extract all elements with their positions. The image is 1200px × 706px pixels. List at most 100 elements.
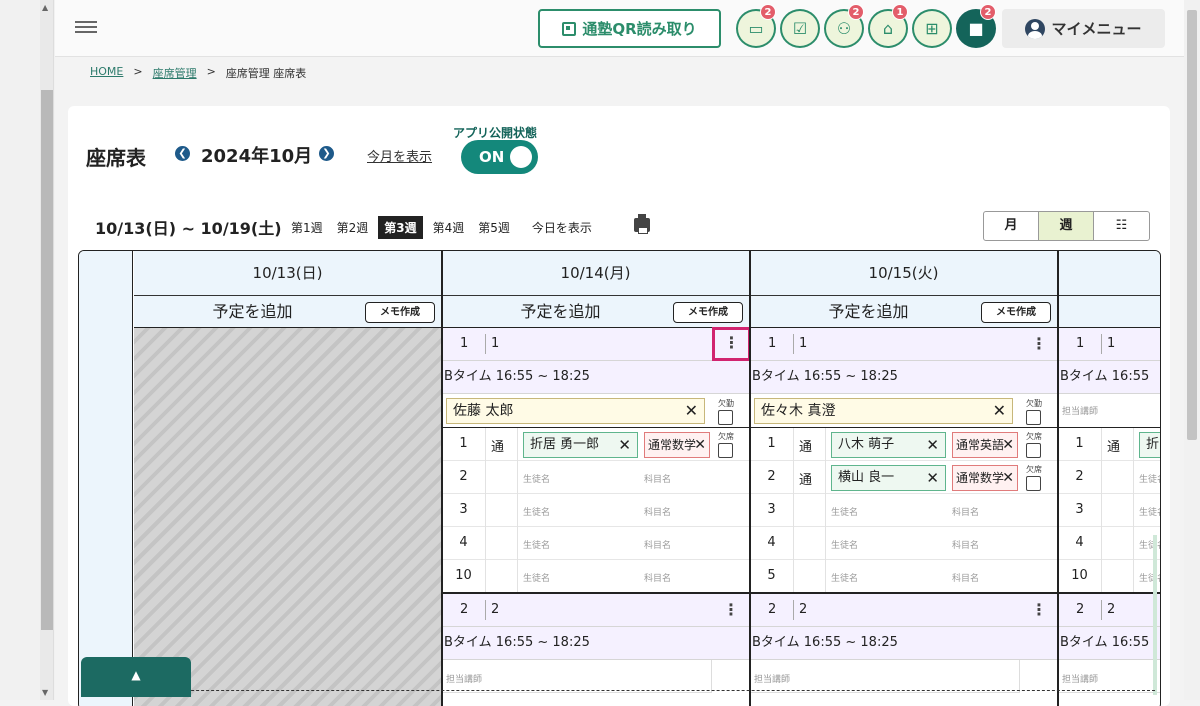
week-tab-5[interactable]: 第5週 [474,217,514,238]
memo-create-button[interactable]: メモ作成 [673,302,743,323]
student-absent-checkbox[interactable]: 欠席 [1026,464,1042,491]
student-placeholder[interactable]: 生徒名 [831,505,858,518]
hamburger-menu-icon[interactable] [75,18,97,36]
left-scrollbar[interactable]: ▲ ▼ [40,0,54,700]
my-menu-label: マイメニュー [1051,20,1142,38]
student-chip[interactable]: 横山 良一 ✕ [831,465,946,491]
qr-scan-button[interactable]: 通塾QR読み取り [538,9,721,48]
subject-placeholder[interactable]: 科目名 [644,571,671,584]
toggle-knob [510,146,532,168]
teacher-absent-checkbox[interactable]: 欠勤 [1026,398,1042,425]
subject-placeholder[interactable]: 科目名 [644,472,671,485]
breadcrumb-home[interactable]: HOME [90,65,123,81]
subject-placeholder[interactable]: 科目名 [644,538,671,551]
student-placeholder[interactable]: 生徒名 [831,538,858,551]
show-today-link[interactable]: 今日を表示 [528,217,596,238]
chat-button[interactable]: ▭ 2 [736,4,776,48]
day-add-row: 予定を追加 メモ作成 [442,296,750,328]
week-tab-2[interactable]: 第2週 [333,217,373,238]
scroll-down-icon[interactable]: ▼ [42,688,48,697]
teacher-absent-checkbox[interactable]: 欠勤 [718,398,734,425]
subject-placeholder[interactable]: 科目名 [952,571,979,584]
show-this-month-link[interactable]: 今月を表示 [367,146,432,165]
view-week-tab[interactable]: 週 [1039,212,1094,240]
remove-teacher-icon[interactable]: ✕ [993,399,1006,423]
student-placeholder[interactable]: 生徒名 [1139,505,1160,518]
next-month-icon[interactable]: ❯ [319,146,334,161]
remove-student-icon[interactable]: ✕ [926,433,939,457]
student-placeholder[interactable]: 生徒名 [523,571,550,584]
student-absent-checkbox[interactable]: 欠席 [1026,431,1042,458]
school-button[interactable]: ⌂ 1 [868,4,908,48]
teacher-placeholder[interactable]: 担当講師 [1062,404,1098,417]
student-placeholder[interactable]: 生徒名 [523,505,550,518]
student-row: 4 生徒名 [1058,527,1160,560]
memo-create-button[interactable]: メモ作成 [981,302,1051,323]
more-options-icon[interactable]: ⋮ [1030,334,1048,356]
add-schedule-link[interactable]: 予定を追加 [134,296,371,327]
print-icon[interactable] [634,214,650,234]
subject-chip[interactable]: 通常数学 ✕ [644,432,710,458]
my-menu-button[interactable]: マイメニュー [1002,9,1165,48]
student-placeholder[interactable]: 生徒名 [1139,538,1160,551]
student-row: 5 生徒名 科目名 [750,560,1058,593]
absent-label: 欠席 [718,432,734,441]
more-options-icon[interactable]: ⋮ [1030,600,1048,622]
subject-chip[interactable]: 通常数学 ✕ [952,465,1018,491]
day-column: 1 1 ⋮ Bタイム 16:55 ~ 18:25 佐々木 真澄 ✕ 欠勤 1 通… [750,328,1058,706]
student-placeholder[interactable]: 生徒名 [523,538,550,551]
remove-student-icon[interactable]: ✕ [618,433,631,457]
add-schedule-link[interactable]: 予定を追加 [442,296,679,327]
scroll-to-top-button[interactable]: ▲ [81,657,191,697]
teacher-placeholder[interactable]: 担当講師 [442,660,712,693]
view-list-tab[interactable]: ☷ [1094,212,1149,240]
chat-bubble-icon: ▭ [748,19,764,38]
survey-button[interactable]: ☑ [780,9,820,48]
teacher-chip[interactable]: 佐藤 太郎 ✕ [446,398,705,424]
subject-placeholder[interactable]: 科目名 [952,505,979,518]
day-add-row: 予定を追加 メモ作成 [134,296,442,328]
teacher-chip[interactable]: 佐々木 真澄 ✕ [754,398,1013,424]
remove-student-icon[interactable]: ✕ [926,466,939,490]
view-month-tab[interactable]: 月 [984,212,1039,240]
subject-placeholder[interactable]: 科目名 [644,505,671,518]
student-chip[interactable]: 折居 勇一郎 ✕ [523,432,638,458]
student-chip[interactable]: 八木 萌子 ✕ [831,432,946,458]
memo-create-button[interactable]: メモ作成 [365,302,435,323]
right-scrollbar-thumb[interactable] [1187,10,1197,440]
prev-month-icon[interactable]: ❮ [175,146,190,161]
more-options-icon[interactable]: ⋮ [712,327,751,361]
add-schedule-link[interactable]: 予定を追加 [750,296,987,327]
remove-subject-icon[interactable]: ✕ [694,433,706,457]
remove-subject-icon[interactable]: ✕ [1002,466,1014,490]
week-tab-4[interactable]: 第4週 [429,217,469,238]
subject-name: 通常数学 [648,438,697,452]
avatar-icon [1025,18,1046,39]
teacher-placeholder[interactable]: 担当講師 [1058,660,1160,693]
breadcrumb-seat-management[interactable]: 座席管理 [153,65,197,81]
qr-scan-label: 通塾QR読み取り [582,20,697,38]
scroll-up-icon[interactable]: ▲ [42,3,48,12]
left-scrollbar-thumb[interactable] [41,90,53,630]
remove-teacher-icon[interactable]: ✕ [685,399,698,423]
gift-button[interactable]: ⊞ [912,9,952,48]
student-placeholder[interactable]: 生徒名 [1139,571,1160,584]
student-row: 3 生徒名 科目名 [442,494,750,527]
week-tab-1[interactable]: 第1週 [287,217,327,238]
row-number: 4 [1075,535,1084,550]
student-placeholder[interactable]: 生徒名 [831,571,858,584]
subject-chip[interactable]: 通常英語 ✕ [952,432,1018,458]
student-placeholder[interactable]: 生徒名 [523,472,550,485]
subject-placeholder[interactable]: 科目名 [952,538,979,551]
teacher-placeholder[interactable]: 担当講師 [750,660,1020,693]
publish-toggle[interactable]: ON [461,140,538,174]
student-chip[interactable]: 折 [1139,432,1160,458]
message-button[interactable]: ■ 2 [956,4,996,48]
remove-subject-icon[interactable]: ✕ [1002,433,1014,457]
people-button[interactable]: ⚇ 2 [824,4,864,48]
student-placeholder[interactable]: 生徒名 [1139,472,1160,485]
student-absent-checkbox[interactable]: 欠席 [718,431,734,458]
more-options-icon[interactable]: ⋮ [722,600,740,622]
right-scrollbar[interactable] [1184,0,1200,700]
week-tab-3[interactable]: 第3週 [378,216,423,239]
